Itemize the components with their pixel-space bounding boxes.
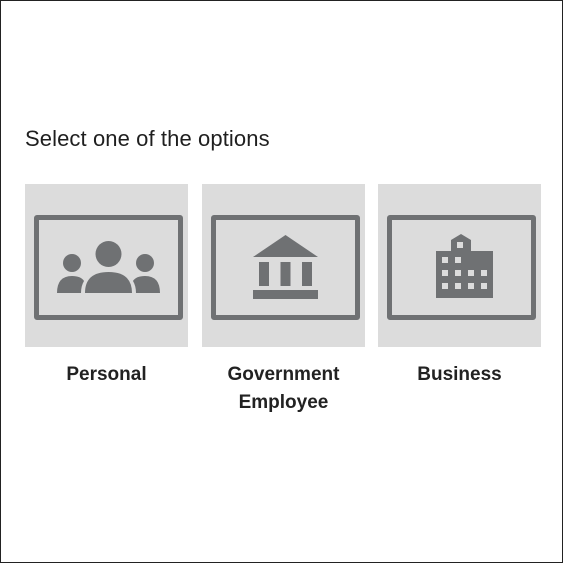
bank-building-icon	[253, 235, 318, 299]
option-business[interactable]: Business	[378, 184, 541, 389]
office-building-icon	[436, 234, 493, 298]
prompt-text: Select one of the options	[25, 126, 270, 151]
option-label: Business	[378, 361, 541, 389]
option-label-line: Employee	[238, 392, 329, 413]
option-tile[interactable]	[378, 184, 541, 347]
option-label-line: Government	[227, 364, 340, 385]
option-government-employee[interactable]: Government Employee	[202, 184, 365, 417]
screen-frame-icon	[211, 215, 360, 320]
option-label-line: Business	[417, 364, 502, 385]
option-tile[interactable]	[25, 184, 188, 347]
option-personal[interactable]: Personal	[25, 184, 188, 389]
dialog-frame: Select one of the options Personal Gover…	[0, 0, 563, 563]
option-label-line: Personal	[66, 364, 147, 385]
people-group-icon	[57, 241, 160, 293]
option-label: Personal	[25, 361, 188, 389]
screen-frame-icon	[387, 215, 536, 320]
option-tile[interactable]	[202, 184, 365, 347]
screen-frame-icon	[34, 215, 183, 320]
option-label: Government Employee	[202, 361, 365, 417]
